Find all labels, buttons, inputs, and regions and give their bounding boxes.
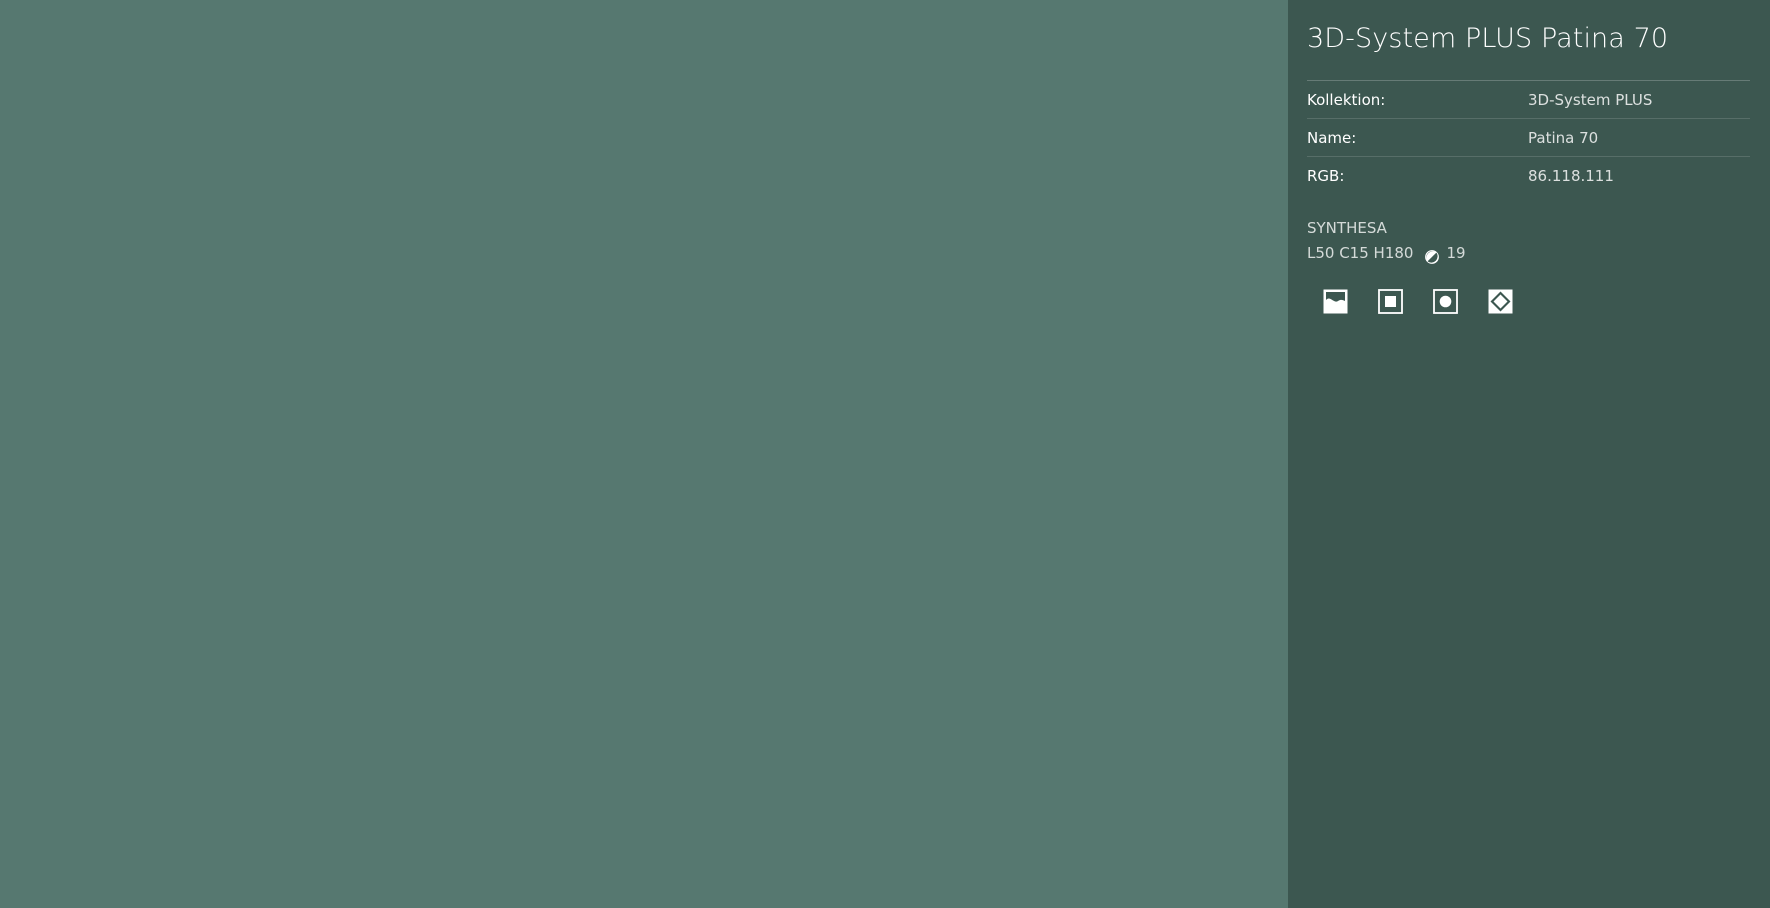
property-label: Name: bbox=[1307, 128, 1357, 147]
lch-line: L50 C15 H180 19 bbox=[1307, 241, 1750, 266]
property-value: 86.118.111 bbox=[1528, 166, 1614, 185]
property-row-name: Name: Patina 70 bbox=[1307, 119, 1750, 157]
diamond-view-icon[interactable] bbox=[1488, 289, 1513, 314]
info-panel: 3D-System PLUS Patina 70 Kollektion: 3D-… bbox=[1288, 0, 1770, 908]
contrast-half-circle-icon bbox=[1425, 247, 1440, 264]
property-row-collection: Kollektion: 3D-System PLUS bbox=[1307, 81, 1750, 119]
property-value: 3D-System PLUS bbox=[1528, 90, 1653, 109]
lch-value: L50 C15 H180 bbox=[1307, 244, 1414, 262]
property-label: Kollektion: bbox=[1307, 90, 1386, 109]
system-name: SYNTHESA bbox=[1307, 219, 1387, 237]
view-mode-icons bbox=[1323, 289, 1750, 314]
synthesa-info: SYNTHESA L50 C15 H180 19 bbox=[1307, 216, 1750, 266]
color-swatch bbox=[0, 0, 1288, 908]
properties-table: Kollektion: 3D-System PLUS Name: Patina … bbox=[1307, 80, 1750, 194]
landscape-view-icon[interactable] bbox=[1323, 289, 1348, 314]
contrast-value: 19 bbox=[1446, 244, 1466, 262]
square-view-icon[interactable] bbox=[1378, 289, 1403, 314]
color-title: 3D-System PLUS Patina 70 bbox=[1307, 23, 1669, 54]
property-label: RGB: bbox=[1307, 166, 1345, 185]
property-row-rgb: RGB: 86.118.111 bbox=[1307, 157, 1750, 194]
circle-view-icon[interactable] bbox=[1433, 289, 1458, 314]
color-detail-page: 3D-System PLUS Patina 70 Kollektion: 3D-… bbox=[0, 0, 1770, 908]
property-value: Patina 70 bbox=[1528, 128, 1599, 147]
